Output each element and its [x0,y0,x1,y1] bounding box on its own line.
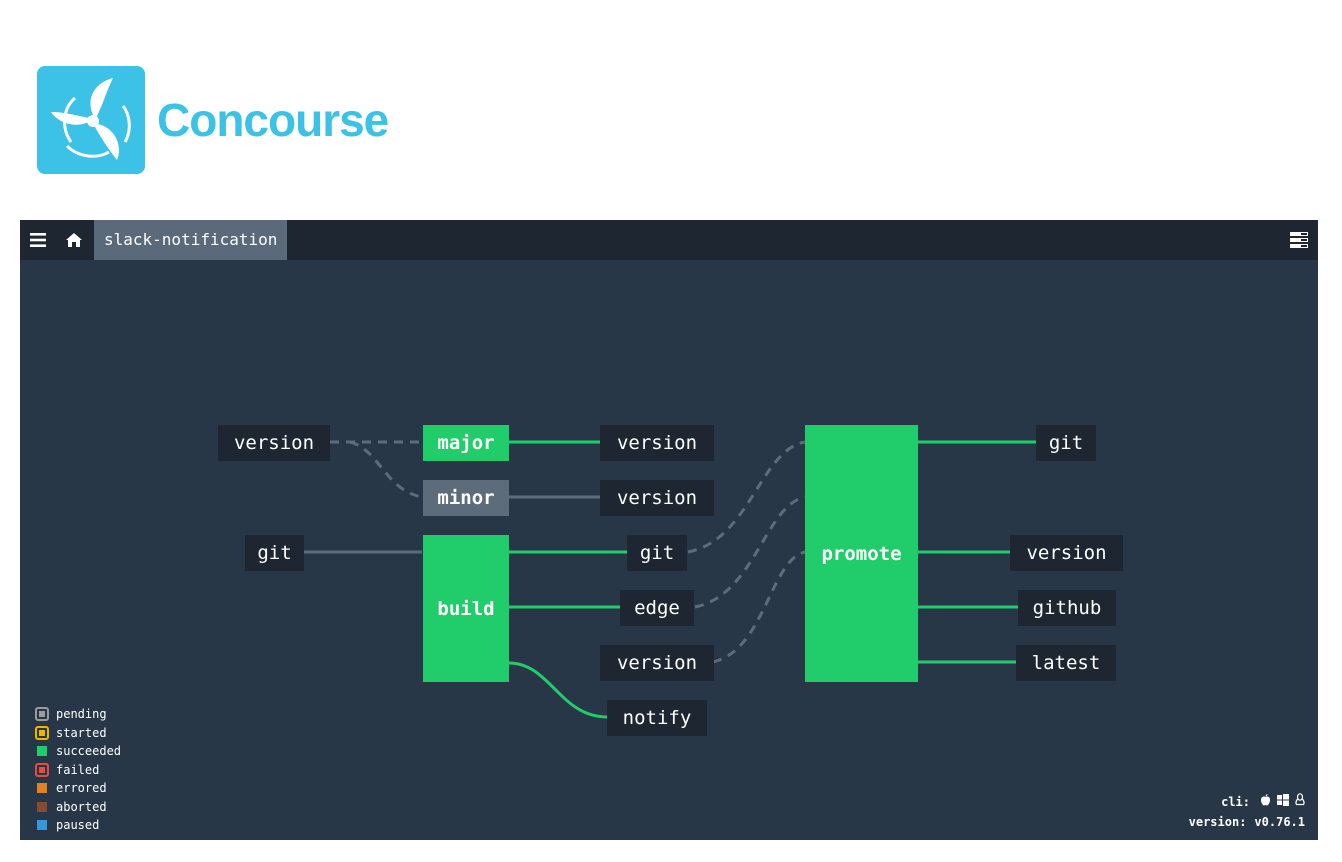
resource-version-mid[interactable]: version [600,645,714,681]
legend-item-pending: pending [34,705,121,724]
windows-icon[interactable] [1277,792,1289,812]
footer-info: cli: version: v0.76.1 [1189,792,1305,832]
resource-github[interactable]: github [1018,590,1116,626]
pipeline-edges [304,440,1036,719]
started-swatch-icon [35,725,49,740]
errored-swatch-icon [37,783,47,794]
pending-swatch-icon [35,707,49,722]
legend-label: succeeded [56,744,122,759]
aborted-swatch-icon [37,801,47,812]
edge-version-minor [349,440,423,499]
legend-label: aborted [56,799,107,814]
linux-icon[interactable] [1295,792,1305,812]
brand-name: Concourse [157,94,389,146]
legend-label: started [56,725,107,740]
legend-item-failed: failed [34,761,121,780]
failed-swatch-icon [35,762,49,777]
legend-item-aborted: aborted [34,798,121,817]
cli-download-row: cli: [1189,792,1305,812]
swatch-fill [39,766,45,773]
resource-latest[interactable]: latest [1016,645,1116,681]
job-build[interactable]: build [423,535,509,682]
swatch-fill [39,729,45,736]
resource-version-major-output[interactable]: version [600,425,714,461]
legend-item-started: started [34,724,121,743]
legend-label: pending [56,707,107,722]
version-row: version: v0.76.1 [1189,812,1305,832]
swatch-fill [39,711,45,718]
resource-version-promote-output[interactable]: version [1010,535,1123,571]
job-minor[interactable]: minor [423,480,509,516]
paused-swatch-icon [37,820,47,831]
resource-edge[interactable]: edge [620,590,694,626]
pipeline-view: slack-notification version git version v… [20,220,1318,840]
legend-item-paused: paused [34,816,121,835]
succeeded-swatch-icon [37,746,47,757]
job-major[interactable]: major [423,425,509,461]
legend-label: errored [56,781,107,796]
resource-notify[interactable]: notify [607,700,707,736]
legend-item-succeeded: succeeded [34,742,121,761]
edge-build-notify [508,661,608,719]
version-value: v0.76.1 [1254,815,1305,829]
legend-item-errored: errored [34,779,121,798]
resource-version-minor-output[interactable]: version [600,480,714,516]
legend-label: paused [56,818,100,833]
resource-git-input[interactable]: git [245,535,304,571]
resource-git-promote-output[interactable]: git [1036,425,1096,461]
legend-label: failed [56,762,100,777]
edge-version-promote [712,550,806,664]
cli-label: cli: [1221,795,1250,809]
version-label: version: [1188,815,1247,829]
resource-version-input[interactable]: version [218,425,330,461]
concourse-logo-icon [37,66,145,174]
status-legend: pending started succeeded failed errored… [34,705,121,835]
apple-icon[interactable] [1260,792,1271,812]
job-promote[interactable]: promote [805,425,918,682]
resource-git-build-output[interactable]: git [627,535,687,571]
